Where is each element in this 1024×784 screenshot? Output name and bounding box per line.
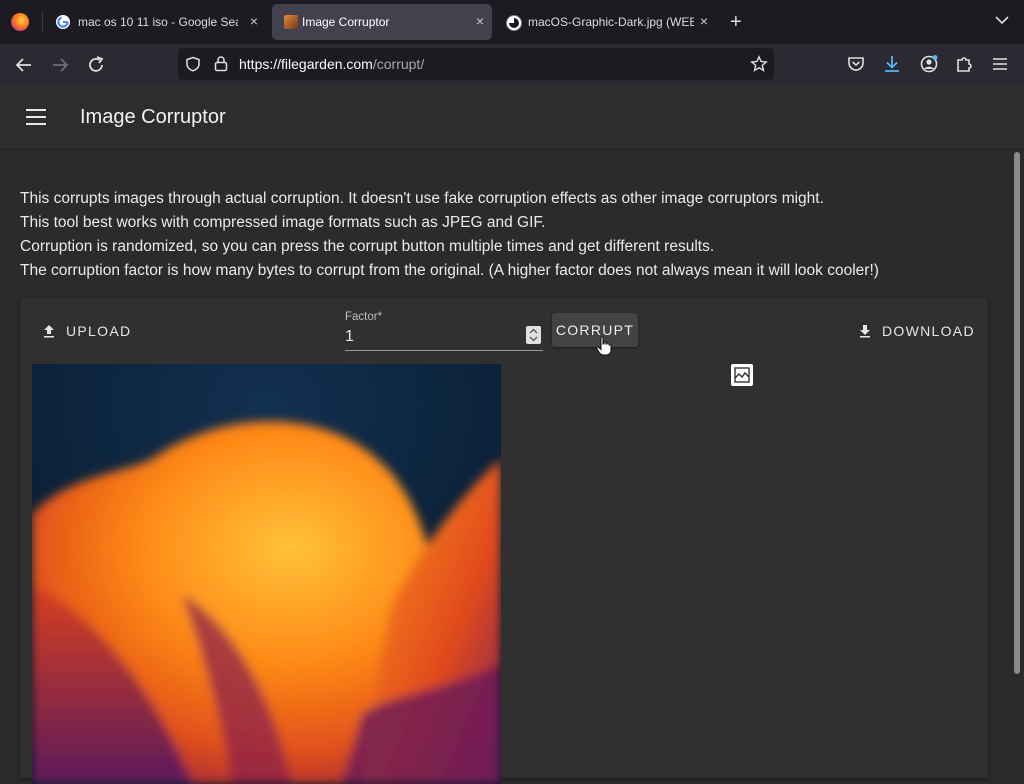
arrow-left-icon <box>15 58 31 72</box>
main-content: This corrupts images through actual corr… <box>0 150 1010 784</box>
close-tab-icon[interactable]: × <box>250 13 258 29</box>
tab-macos-graphic[interactable]: macOS-Graphic-Dark.jpg (WEB × <box>494 4 716 40</box>
tab-label: Image Corruptor <box>302 15 390 29</box>
star-icon[interactable] <box>750 55 768 73</box>
new-tab-button[interactable]: + <box>730 10 742 34</box>
url-path: /corrupt/ <box>372 56 425 72</box>
reload-button[interactable] <box>85 54 107 76</box>
forward-button[interactable] <box>49 54 71 76</box>
arrow-right-icon <box>53 58 69 72</box>
macos-wallpaper-image <box>32 364 501 784</box>
filegarden-icon <box>284 15 298 29</box>
corruptor-card: UPLOAD Factor* 1 CORRUPT DOWNLOAD <box>20 298 988 784</box>
description-line: This tool best works with compressed ima… <box>20 214 546 231</box>
pocket-icon <box>848 57 864 71</box>
back-button[interactable] <box>13 54 35 76</box>
close-tab-icon[interactable]: × <box>476 13 484 29</box>
upload-button[interactable]: UPLOAD <box>42 323 131 339</box>
scrollbar-thumb[interactable] <box>1014 152 1020 674</box>
factor-value: 1 <box>345 328 354 345</box>
firefox-icon <box>11 13 29 31</box>
tab-label: mac os 10 11 iso - Google Searc <box>78 15 238 29</box>
url-text[interactable]: https://filegarden.com/corrupt/ <box>239 56 424 72</box>
lock-icon[interactable] <box>213 55 229 72</box>
factor-label: Factor* <box>345 311 383 323</box>
spinner-arrows-icon <box>529 328 538 342</box>
corrupted-image-result <box>731 364 753 386</box>
url-bar[interactable]: https://filegarden.com/corrupt/ <box>178 48 774 80</box>
description-line: Corruption is randomized, so you can pre… <box>20 238 715 255</box>
list-all-tabs-button[interactable] <box>994 12 1010 33</box>
download-arrow-icon <box>885 56 899 72</box>
reload-icon <box>89 56 104 72</box>
tab-separator <box>42 12 43 32</box>
tab-label: macOS-Graphic-Dark.jpg (WEB <box>528 15 694 29</box>
corrupt-button[interactable]: CORRUPT <box>552 313 638 347</box>
account-icon <box>920 55 938 73</box>
browser-tab-bar: mac os 10 11 iso - Google Searc × Image … <box>0 0 1024 44</box>
google-icon <box>56 15 70 29</box>
chevron-down-icon <box>995 16 1009 25</box>
account-button[interactable] <box>919 54 941 76</box>
url-host: https://filegarden.com <box>239 56 373 72</box>
hamburger-icon <box>993 58 1007 70</box>
tab-image-corruptor[interactable]: Image Corruptor × <box>272 4 492 40</box>
app-menu-button[interactable] <box>990 54 1012 76</box>
pocket-button[interactable] <box>846 54 868 76</box>
hand-pointer-cursor-icon <box>596 336 612 356</box>
description-line: This corrupts images through actual corr… <box>20 190 824 207</box>
page-title: Image Corruptor <box>80 106 226 128</box>
image-file-icon <box>506 15 522 31</box>
menu-icon[interactable] <box>26 109 46 125</box>
number-spinner[interactable] <box>526 326 541 344</box>
close-tab-icon[interactable]: × <box>700 13 708 29</box>
app-bar: Image Corruptor <box>0 85 1024 150</box>
tracking-shield-icon[interactable] <box>185 56 201 72</box>
puzzle-icon <box>957 57 972 72</box>
upload-label: UPLOAD <box>66 323 132 339</box>
downloads-button[interactable] <box>882 54 904 76</box>
description: This corrupts images through actual corr… <box>20 187 980 283</box>
description-line: The corruption factor is how many bytes … <box>20 262 879 279</box>
page-scrollbar[interactable] <box>1010 150 1024 768</box>
download-icon <box>860 325 870 338</box>
broken-image-icon <box>734 367 750 383</box>
download-button[interactable]: DOWNLOAD <box>858 323 975 339</box>
extensions-button[interactable] <box>954 54 976 76</box>
original-image-preview <box>32 364 501 784</box>
factor-input[interactable]: 1 <box>345 326 543 351</box>
download-label: DOWNLOAD <box>882 323 975 339</box>
tab-google-search[interactable]: mac os 10 11 iso - Google Searc × <box>44 4 266 40</box>
browser-nav-bar: https://filegarden.com/corrupt/ <box>0 44 1024 85</box>
upload-icon <box>44 325 54 338</box>
